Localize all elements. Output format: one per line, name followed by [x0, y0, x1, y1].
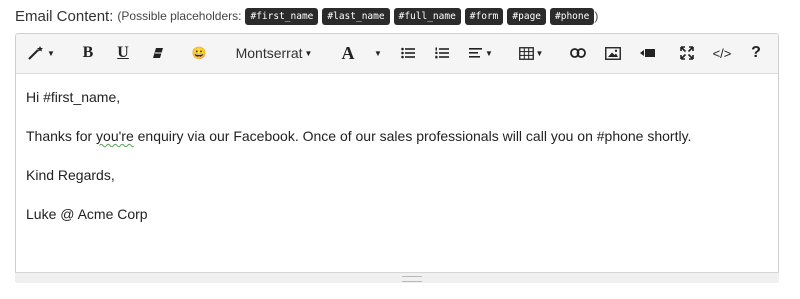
content-body-end: enquiry via our Facebook. Once of our sa…: [133, 128, 692, 144]
editor-resize-bar[interactable]: [15, 272, 779, 283]
chevron-down-icon: ▼: [535, 48, 544, 58]
chevron-down-icon: ▼: [304, 48, 313, 58]
image-icon: [605, 46, 621, 60]
chevron-down-icon: ▼: [47, 48, 55, 58]
eraser-icon: [152, 47, 164, 59]
numbered-list-icon: [435, 47, 449, 59]
font-color-icon: A: [341, 42, 355, 63]
placeholder-chip-full-name: #full_name: [393, 7, 461, 25]
numbered-list-button[interactable]: [432, 33, 452, 73]
chevron-down-icon: ▼: [374, 48, 382, 58]
placeholders-prefix: (Possible placeholders:: [117, 9, 242, 23]
emoji-icon: 😀: [191, 46, 207, 60]
bold-icon: B: [82, 44, 94, 61]
fullscreen-button[interactable]: [676, 33, 698, 73]
content-body-start: Thanks for: [26, 128, 97, 144]
placeholders-suffix: ): [594, 9, 599, 23]
content-line-signoff: Kind Regards,: [26, 167, 115, 183]
content-line-body: Thanks for you're enquiry via our Facebo…: [26, 127, 766, 146]
image-button[interactable]: [602, 33, 624, 73]
code-view-button[interactable]: </>: [708, 33, 736, 73]
fullscreen-icon: [680, 46, 694, 60]
link-button[interactable]: [567, 33, 589, 73]
placeholder-chip-last-name: #last_name: [322, 7, 390, 25]
email-content-label: Email Content:: [15, 7, 114, 25]
font-color-button[interactable]: A: [338, 33, 358, 73]
content-line-greeting: Hi #first_name,: [26, 89, 121, 105]
placeholder-chip-first-name: #first_name: [245, 7, 319, 25]
bold-button[interactable]: B: [78, 33, 98, 73]
email-content-label-row: Email Content: (Possible placeholders: #…: [15, 6, 598, 26]
align-button[interactable]: ▼: [466, 33, 496, 73]
code-view-icon: </>: [712, 45, 732, 61]
editor-content[interactable]: Hi #first_name, Thanks for you're enquir…: [26, 88, 766, 244]
emoji-button[interactable]: 😀: [188, 33, 210, 73]
font-color-dropdown[interactable]: ▼: [370, 33, 384, 73]
chevron-down-icon: ▼: [485, 48, 493, 58]
placeholder-chip-phone: #phone: [550, 7, 595, 25]
placeholders-note: (Possible placeholders: #first_name #las…: [117, 7, 599, 25]
font-family-value: Montserrat: [235, 45, 303, 61]
clear-format-button[interactable]: [148, 33, 168, 73]
placeholder-chip-page: #page: [507, 7, 547, 25]
help-button[interactable]: ?: [748, 33, 764, 73]
font-family-select[interactable]: Montserrat ▼: [230, 33, 318, 73]
bullet-list-icon: [401, 47, 415, 59]
help-icon: ?: [751, 44, 761, 61]
spellcheck-word: you're: [96, 128, 134, 144]
content-line-signature: Luke @ Acme Corp: [26, 206, 148, 222]
table-button[interactable]: ▼: [516, 33, 546, 73]
resize-grip-icon: [402, 276, 422, 282]
bullet-list-button[interactable]: [398, 33, 418, 73]
video-button[interactable]: [637, 33, 659, 73]
magic-wand-icon: [27, 45, 45, 61]
underline-button[interactable]: U: [113, 33, 133, 73]
placeholder-chip-form: #form: [464, 7, 504, 25]
video-icon: [640, 48, 656, 58]
underline-icon: U: [117, 44, 129, 61]
link-icon: [570, 48, 586, 58]
table-icon: [518, 46, 534, 60]
align-icon: [469, 47, 483, 59]
magic-wand-button[interactable]: ▼: [26, 33, 56, 73]
